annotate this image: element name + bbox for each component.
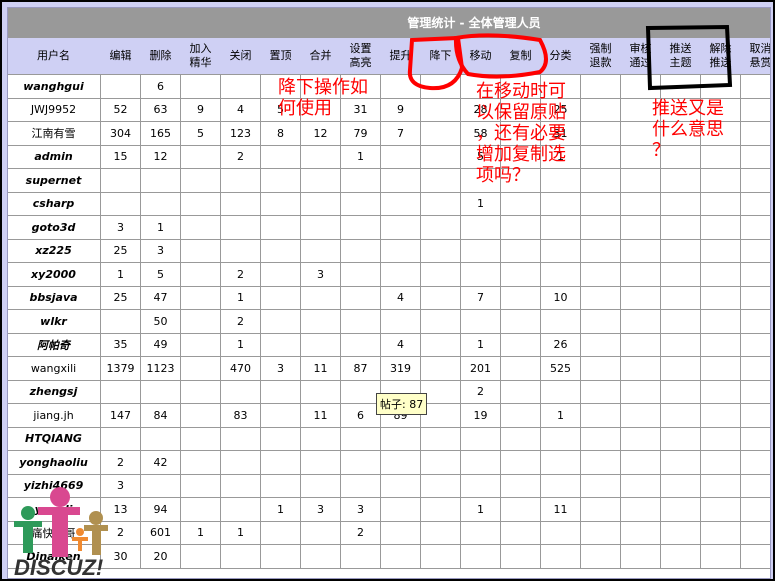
black-box-push	[645, 24, 733, 91]
red-circle-move-copy	[453, 33, 548, 79]
discuz-logo: DISCUZ!	[8, 485, 108, 581]
annotation-marks	[407, 24, 733, 91]
logo-text: DISCUZ!	[14, 555, 103, 580]
